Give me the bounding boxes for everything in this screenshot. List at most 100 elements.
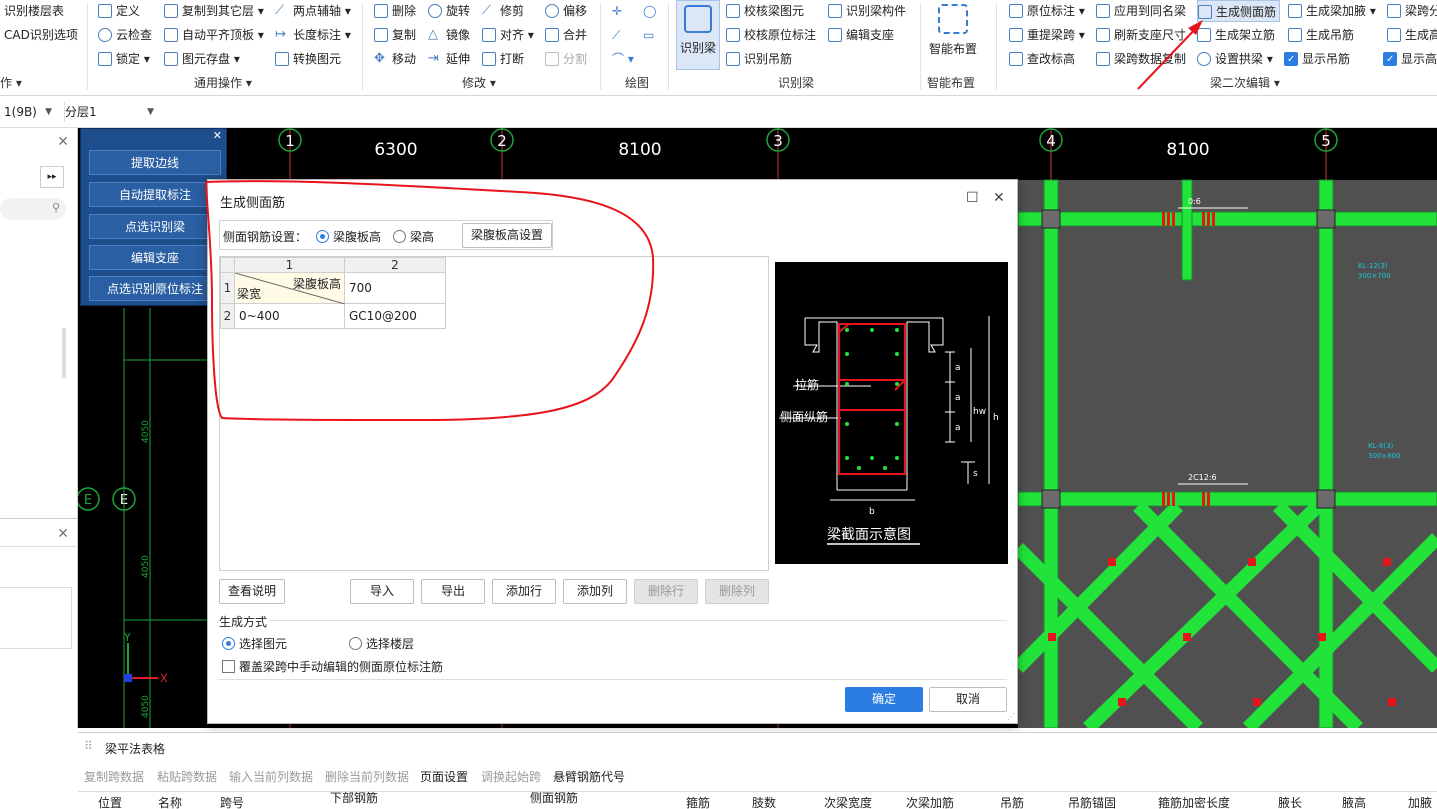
opt-web-height-radio[interactable]: 梁腹板高	[316, 228, 381, 245]
point-identify-orig-label-button[interactable]: 点选识别原位标注	[89, 276, 221, 301]
edit-support-palette-button[interactable]: 编辑支座	[89, 245, 221, 270]
check-height-button[interactable]: 查改标高	[1009, 48, 1075, 70]
export-button[interactable]: 导出	[421, 579, 485, 604]
swap-start-span-button[interactable]: 调换起始跨	[481, 768, 541, 785]
paste-span-data-button[interactable]: 粘贴跨数据	[157, 768, 217, 785]
overwrite-checkbox[interactable]: 覆盖梁跨中手动编辑的侧面原位标注筋	[222, 658, 443, 675]
gen-hanger-button[interactable]: 生成吊筋	[1288, 24, 1354, 46]
mirror-button[interactable]: △ 镜像	[428, 24, 470, 46]
extract-edge-button[interactable]: 提取边线	[89, 150, 221, 175]
convert-elem-button[interactable]: 转换图元	[275, 48, 341, 70]
lock-button[interactable]: 锁定 ▾	[98, 48, 150, 70]
gen-erect-bar-button[interactable]: 生成架立筋	[1197, 24, 1275, 46]
gen-high-button[interactable]: 生成高	[1387, 24, 1437, 46]
cantilever-code-button[interactable]: 悬臂钢筋代号	[553, 768, 625, 785]
draw-line-tool[interactable]: ⟋	[612, 24, 620, 46]
show-high-checkbox[interactable]: 显示高	[1383, 48, 1437, 71]
show-hanger-checkbox[interactable]: 显示吊筋	[1284, 48, 1350, 71]
draw-rect-tool[interactable]: ▭	[643, 24, 654, 46]
smart-layout-button[interactable]: 智能布置	[925, 0, 981, 70]
identify-hanger-button[interactable]: 识别吊筋	[726, 48, 792, 70]
copy-to-floor-button[interactable]: 复制到其它层 ▾	[164, 0, 264, 22]
span-code-button[interactable]: 梁跨分	[1387, 0, 1437, 22]
draw-point-tool[interactable]: ✛	[612, 0, 622, 22]
support-icon	[828, 28, 842, 42]
align-button[interactable]: 对齐 ▾	[482, 24, 534, 46]
draw-circle-tool[interactable]: ◯	[643, 0, 656, 22]
draw-arc-tool[interactable]: ⌒ ▾	[612, 48, 634, 70]
mode-select-floor-radio[interactable]: 选择楼层	[349, 635, 414, 652]
auto-extract-label-button[interactable]: 自动提取标注	[89, 182, 221, 207]
mode-select-elem-radio[interactable]: 选择图元	[222, 635, 287, 652]
identify-beam-big-button[interactable]: 识别梁	[676, 0, 720, 70]
close-icon[interactable]: ✕	[57, 526, 69, 542]
page-setup-button[interactable]: 页面设置	[420, 768, 468, 785]
beam	[1017, 491, 1437, 507]
define-button[interactable]: 定义	[98, 0, 140, 22]
delete-col-data-button[interactable]: 删除当前列数据	[325, 768, 409, 785]
close-icon[interactable]: ✕	[213, 129, 222, 142]
maximize-icon[interactable]: ☐	[966, 190, 979, 206]
ok-button[interactable]: 确定	[845, 687, 923, 712]
close-icon[interactable]: ✕	[993, 190, 1005, 206]
split-button[interactable]: 分割	[545, 48, 587, 70]
expand-icon[interactable]: ▸▸	[40, 166, 64, 188]
copy-span-data-button[interactable]: 复制跨数据	[84, 768, 144, 785]
auto-flat-top-button[interactable]: 自动平齐顶板 ▾	[164, 24, 264, 46]
refresh-icon	[1096, 28, 1110, 42]
rotate-button[interactable]: 旋转	[428, 0, 470, 22]
table-cell[interactable]: 0~400	[234, 303, 345, 329]
set-arch-button[interactable]: 设置拱梁 ▾	[1197, 48, 1273, 70]
opt-beam-height-radio[interactable]: 梁高	[393, 228, 434, 245]
merge-button[interactable]: 合并	[545, 24, 587, 46]
view-explanation-button[interactable]: 查看说明	[219, 579, 285, 604]
column	[1316, 489, 1336, 509]
copy-button[interactable]: 复制	[374, 24, 416, 46]
cad-identify-options-button[interactable]: CAD识别选项	[4, 24, 78, 46]
layer-save-button[interactable]: 图元存盘 ▾	[164, 48, 240, 70]
move-button[interactable]: ✥ 移动	[374, 48, 416, 70]
table-cell[interactable]: 700	[344, 272, 446, 304]
span-copy-button[interactable]: 梁跨数据复制	[1096, 48, 1186, 70]
length-dim-button[interactable]: ↦ 长度标注 ▾	[275, 24, 351, 46]
identify-floor-table-button[interactable]: 识别楼层表	[4, 0, 64, 22]
gen-side-bar-button[interactable]: 生成侧面筋	[1197, 0, 1281, 22]
dim-hw: hw	[973, 407, 986, 417]
layer-select[interactable]: 分层1 ▼	[64, 102, 158, 122]
table-cell[interactable]: GC10@200	[344, 303, 446, 329]
check-height-icon	[1009, 52, 1023, 66]
checkbox-icon	[222, 660, 235, 673]
input-col-data-button[interactable]: 输入当前列数据	[229, 768, 313, 785]
resize-grip-icon[interactable]: ⋰	[1007, 712, 1015, 721]
add-col-button[interactable]: 添加列	[563, 579, 627, 604]
web-height-settings-button[interactable]: 梁腹板高设置	[462, 223, 552, 248]
close-icon[interactable]: ✕	[57, 134, 69, 150]
search-input[interactable]: ⚲	[0, 198, 66, 220]
scrollbar[interactable]	[62, 328, 66, 378]
check-beam-elem-button[interactable]: 校核梁图元	[726, 0, 804, 22]
edit-support-button[interactable]: 编辑支座	[828, 24, 894, 46]
re-span-button[interactable]: 重提梁跨 ▾	[1009, 24, 1085, 46]
delete-button[interactable]: 删除	[374, 0, 416, 22]
orig-label-button[interactable]: 原位标注 ▾	[1009, 0, 1085, 22]
define-icon	[98, 4, 112, 18]
two-point-axis-button[interactable]: ⟋ 两点辅轴 ▾	[275, 0, 351, 22]
check-orig-label-button[interactable]: 校核原位标注	[726, 24, 816, 46]
identify-beam-member-button[interactable]: 识别梁构件	[828, 0, 906, 22]
extend-button[interactable]: ⇥ 延伸	[428, 48, 470, 70]
gen-haunch-button[interactable]: 生成梁加腋 ▾	[1288, 0, 1376, 22]
floor-select[interactable]: 1(9B) ▼	[4, 102, 56, 122]
cloud-check-button[interactable]: 云检查	[98, 24, 152, 46]
point-identify-beam-button[interactable]: 点选识别梁	[89, 214, 221, 239]
offset-button[interactable]: 偏移	[545, 0, 587, 22]
refresh-support-button[interactable]: 刷新支座尺寸	[1096, 24, 1186, 46]
add-row-button[interactable]: 添加行	[492, 579, 556, 604]
cancel-button[interactable]: 取消	[929, 687, 1007, 712]
delete-col-button[interactable]: 删除列	[705, 579, 769, 604]
break-button[interactable]: 打断	[482, 48, 524, 70]
delete-row-button[interactable]: 删除行	[634, 579, 698, 604]
drag-handle-icon[interactable]: ⠿	[84, 739, 93, 753]
import-button[interactable]: 导入	[350, 579, 414, 604]
apply-same-name-button[interactable]: 应用到同名梁	[1096, 0, 1186, 22]
trim-button[interactable]: ⟋ 修剪	[482, 0, 524, 22]
